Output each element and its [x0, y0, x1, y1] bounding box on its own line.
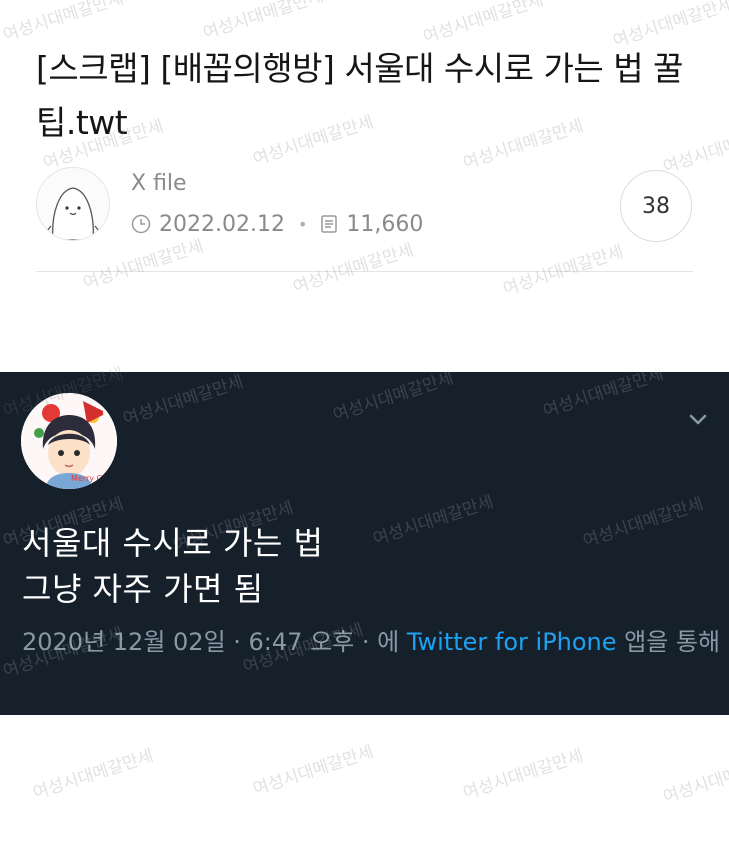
tweet-screenshot: Merry Christmas 서울대 수시로 가는 법 그냥 자주 가면 됨 … — [0, 372, 729, 715]
clock-icon — [131, 214, 151, 234]
post-meta: 2022.02.12 • 11,660 — [131, 208, 423, 240]
tweet-text: 서울대 수시로 가는 법 그냥 자주 가면 됨 — [22, 520, 702, 612]
tweet-timestamp: 2020년 12월 02일 · 6:47 오후 · 에 — [22, 628, 407, 656]
document-icon — [321, 215, 338, 233]
tweet-source-link[interactable]: Twitter for iPhone — [407, 628, 617, 656]
comment-count-button[interactable]: 38 — [620, 170, 692, 242]
watermark: 여성시대메갈만세 — [0, 0, 126, 46]
watermark: 여성시대메갈만세 — [500, 242, 626, 300]
watermark: 여성시대메갈만세 — [290, 240, 416, 298]
post-views: 11,660 — [346, 211, 424, 237]
watermark: 여성시대메갈만세 — [30, 746, 156, 804]
post-title: [스크랩] [배꼽의행방] 서울대 수시로 가는 법 꿀팁.twt — [36, 49, 683, 142]
watermark: 여성시대메갈만세 — [660, 750, 729, 808]
tweet-meta: 2020년 12월 02일 · 6:47 오후 · 에 Twitter for … — [22, 624, 722, 660]
watermark: 여성시대메갈만세 — [80, 236, 206, 294]
tweet-source-suffix: 앱을 통해 — [616, 628, 721, 656]
post-date: 2022.02.12 — [159, 211, 285, 237]
tweet-text-line: 서울대 수시로 가는 법 — [22, 524, 324, 562]
watermark: 여성시대메갈만세 — [200, 0, 326, 44]
watermark: 여성시대메갈만세 — [460, 746, 586, 804]
chevron-down-icon[interactable] — [686, 410, 710, 428]
avatar-illustration: Merry Christmas — [21, 393, 117, 489]
ghost-character-icon — [42, 187, 104, 240]
watermark: 여성시대메갈만세 — [250, 742, 376, 800]
author-avatar[interactable] — [36, 167, 110, 241]
author-name[interactable]: X file — [131, 171, 187, 196]
tweet-avatar: Merry Christmas — [21, 393, 117, 489]
watermark: 여성시대메갈만세 — [420, 0, 546, 48]
header-divider — [36, 271, 693, 272]
meta-separator: • — [297, 214, 308, 234]
avatar-caption: Merry Christmas — [71, 474, 117, 483]
tweet-text-line: 그냥 자주 가면 됨 — [22, 570, 264, 608]
